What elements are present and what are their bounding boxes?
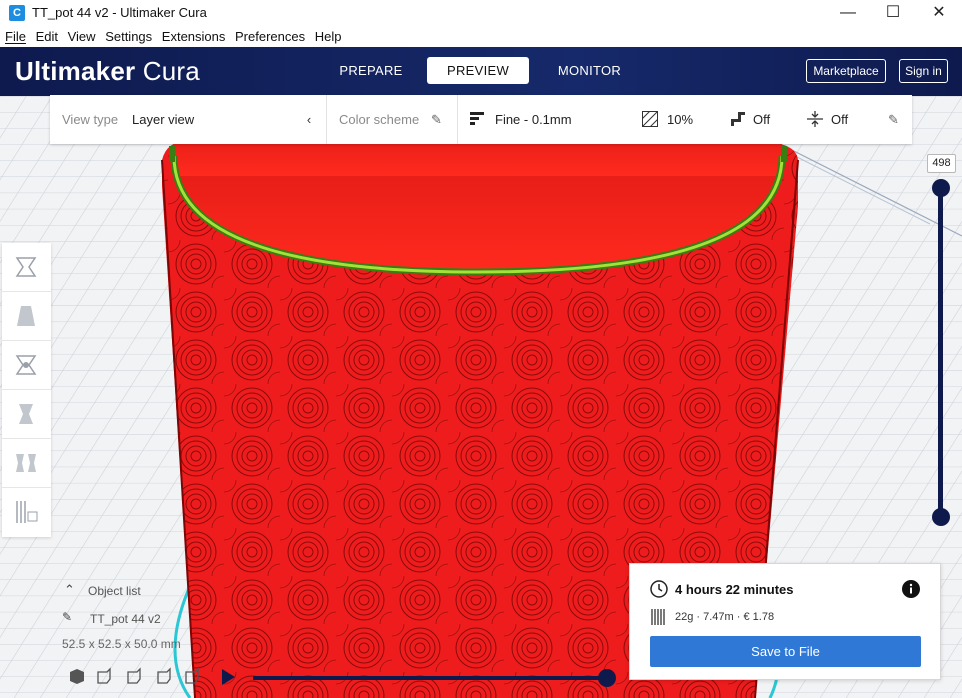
menu-help[interactable]: Help <box>315 27 342 47</box>
save-to-file-button[interactable]: Save to File <box>650 636 921 667</box>
logo-bold-text: Ultimaker <box>15 56 136 86</box>
play-simulation-icon[interactable] <box>220 668 236 689</box>
color-scheme-label[interactable]: Color scheme <box>339 95 419 144</box>
object-pencil-icon[interactable]: ✎ <box>62 610 72 624</box>
layer-number-input[interactable]: 498 <box>927 154 956 173</box>
per-model-settings-icon[interactable] <box>2 439 51 488</box>
close-button[interactable]: ✕ <box>916 0 962 26</box>
print-information-panel: 4 hours 22 minutes 22g · 7.47m · € 1.78 … <box>629 563 941 680</box>
object-dimensions: 52.5 x 52.5 x 50.0 mm <box>62 637 181 651</box>
tab-preview[interactable]: PREVIEW <box>427 57 529 84</box>
info-icon[interactable] <box>902 580 920 601</box>
chevron-left-icon[interactable]: ‹ <box>302 95 316 144</box>
menu-preferences[interactable]: Preferences <box>235 27 305 47</box>
material-estimate: 22g · 7.47m · € 1.78 <box>675 611 775 623</box>
infill-icon <box>641 95 660 144</box>
spool-icon <box>650 608 668 629</box>
view-type-dropdown[interactable]: Layer view <box>132 95 194 144</box>
object-list-toggle[interactable]: Object list <box>88 584 141 598</box>
support-icon <box>730 95 748 144</box>
camera-view-buttons <box>64 666 209 688</box>
sign-in-button[interactable]: Sign in <box>899 59 948 83</box>
window-title-bar: C TT_pot 44 v2 - Ultimaker Cura — ☐ ✕ <box>0 0 962 26</box>
menu-edit[interactable]: Edit <box>36 27 58 47</box>
3d-view-icon <box>70 669 84 684</box>
adhesion-icon <box>807 95 825 144</box>
color-scheme-pencil-icon[interactable]: ✎ <box>431 95 442 144</box>
view-type-label: View type <box>62 112 119 127</box>
marketplace-button[interactable]: Marketplace <box>806 59 886 83</box>
menu-extensions[interactable]: Extensions <box>162 27 226 47</box>
clock-icon <box>650 580 668 601</box>
window-title: TT_pot 44 v2 - Ultimaker Cura <box>32 5 207 20</box>
menu-file[interactable]: File <box>5 27 26 47</box>
layer-slider-track[interactable] <box>938 187 943 517</box>
infill-value[interactable]: 10% <box>667 95 693 144</box>
maximize-button[interactable]: ☐ <box>870 0 916 26</box>
tab-prepare[interactable]: PREPARE <box>325 57 417 84</box>
layer-slider-top-handle[interactable] <box>932 179 950 197</box>
menu-bar: File Edit View Settings Extensions Prefe… <box>0 27 962 47</box>
print-time: 4 hours 22 minutes <box>675 582 794 597</box>
left-view-icon <box>157 667 171 684</box>
tab-monitor[interactable]: MONITOR <box>542 57 637 84</box>
rotate-tool-icon[interactable] <box>2 341 51 390</box>
move-tool-icon[interactable] <box>2 243 51 292</box>
layer-slider-bottom-handle[interactable] <box>932 508 950 526</box>
support-value[interactable]: Off <box>753 95 770 144</box>
mirror-tool-icon[interactable] <box>2 390 51 439</box>
right-view-icon <box>185 667 199 684</box>
top-view-icon <box>127 667 141 684</box>
object-name[interactable]: TT_pot 44 v2 <box>90 612 161 626</box>
minimize-button[interactable]: — <box>825 0 871 26</box>
tool-rail <box>2 243 51 537</box>
chevron-up-icon[interactable]: ⌃ <box>64 582 75 598</box>
print-profile-selector[interactable]: Fine - 0.1mm <box>495 95 572 144</box>
support-blocker-icon[interactable] <box>2 488 51 537</box>
path-slider-handle[interactable] <box>598 669 616 687</box>
cura-header: Ultimaker Cura PREPARE PREVIEW MONITOR M… <box>0 47 962 96</box>
menu-view[interactable]: View <box>68 27 96 47</box>
profile-icon <box>470 95 488 144</box>
adhesion-value[interactable]: Off <box>831 95 848 144</box>
menu-settings[interactable]: Settings <box>105 27 152 47</box>
settings-pencil-icon[interactable]: ✎ <box>888 95 899 144</box>
logo-light-text: Cura <box>142 56 200 86</box>
ultimaker-cura-logo: Ultimaker Cura <box>15 56 200 87</box>
view-toolbar: View type Layer view ‹ Color scheme ✎ Fi… <box>50 95 912 144</box>
front-view-icon <box>97 667 111 684</box>
path-slider-track[interactable] <box>253 676 605 680</box>
scale-tool-icon[interactable] <box>2 292 51 341</box>
cura-app-icon: C <box>9 5 25 21</box>
